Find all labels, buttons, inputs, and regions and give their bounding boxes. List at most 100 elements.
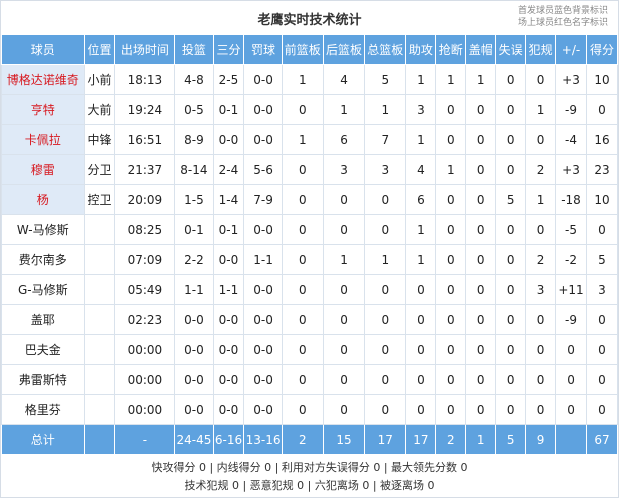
table-row: 亨特 大前 19:24 0-5 0-1 0-0 0 1 1 3 0 0 0 1 -9 0	[1, 94, 619, 125]
cell-three-pointers: 0-0	[212, 304, 245, 335]
cell-free-throws: 5-6	[243, 154, 283, 185]
cell-plus-minus: -9	[555, 94, 587, 125]
cell-plus-minus: 0	[555, 364, 587, 395]
cell-plus-minus: -18	[555, 184, 587, 215]
cell-plus-minus: +11	[555, 274, 587, 305]
cell-turnovers: 0	[495, 64, 527, 95]
table-header-row: 球员 位置 出场时间 投篮 三分 罚球 前篮板 后篮板 总篮板 助攻 抢断 盖帽 失误 犯规 +/- 得分	[1, 34, 619, 65]
cell-steals: 0	[435, 244, 467, 275]
cell-offensive-rebounds: 0	[281, 304, 324, 335]
cell-defensive-rebounds: 0	[322, 364, 366, 395]
cell-assists: 6	[405, 184, 437, 215]
cell-points: 0	[585, 304, 619, 335]
cell-turnovers: 0	[495, 364, 527, 395]
cell-assists: 1	[405, 64, 437, 95]
total-assists: 17	[405, 424, 437, 455]
table-row: 博格达诺维奇 小前 18:13 4-8 2-5 0-0 1 4 5 1 1 1 0 0 +3 10	[1, 64, 619, 95]
cell-blocks: 0	[465, 184, 497, 215]
column-header-offensive-rebounds: 前篮板	[281, 34, 324, 65]
table-row: 弗雷斯特 00:00 0-0 0-0 0-0 0 0 0 0 0 0 0 0 0 0	[1, 364, 619, 395]
cell-steals: 0	[435, 364, 467, 395]
cell-turnovers: 0	[495, 154, 527, 185]
cell-player: 亨特	[1, 94, 85, 125]
cell-offensive-rebounds: 0	[281, 334, 324, 365]
cell-position	[83, 394, 116, 425]
cell-three-pointers: 1-1	[212, 274, 245, 305]
total-points: 67	[585, 424, 619, 455]
cell-field-goals: 8-14	[174, 154, 214, 185]
cell-steals: 1	[435, 154, 467, 185]
cell-turnovers: 0	[495, 124, 527, 155]
totals-row: 总计 -24-45 6-16 13-16 2 15 17 17 2 1 5 9 67	[1, 424, 619, 455]
cell-position	[83, 214, 116, 245]
total-field-goals: 24-45	[174, 424, 214, 455]
cell-assists: 3	[405, 94, 437, 125]
cell-field-goals: 8-9	[174, 124, 214, 155]
cell-plus-minus: +3	[555, 64, 587, 95]
cell-defensive-rebounds: 0	[322, 304, 366, 335]
cell-steals: 1	[435, 64, 467, 95]
cell-offensive-rebounds: 0	[281, 394, 324, 425]
cell-field-goals: 2-2	[174, 244, 214, 275]
column-header-fouls: 犯规	[525, 34, 557, 65]
cell-defensive-rebounds: 1	[322, 94, 366, 125]
total-free-throws: 13-16	[243, 424, 283, 455]
total-defensive-rebounds: 15	[322, 424, 366, 455]
table-row: 格里芬 00:00 0-0 0-0 0-0 0 0 0 0 0 0 0 0 0 0	[1, 394, 619, 425]
cell-assists: 4	[405, 154, 437, 185]
cell-player: 弗雷斯特	[1, 364, 85, 395]
cell-fouls: 1	[525, 94, 557, 125]
cell-defensive-rebounds: 1	[322, 244, 366, 275]
cell-blocks: 1	[465, 64, 497, 95]
cell-assists: 0	[405, 364, 437, 395]
column-header-minutes: 出场时间	[114, 34, 176, 65]
cell-blocks: 0	[465, 334, 497, 365]
cell-blocks: 0	[465, 304, 497, 335]
cell-three-pointers: 1-4	[212, 184, 245, 215]
cell-field-goals: 0-1	[174, 214, 214, 245]
cell-three-pointers: 2-4	[212, 154, 245, 185]
cell-defensive-rebounds: 6	[322, 124, 366, 155]
cell-position: 控卫	[83, 184, 116, 215]
column-header-player: 球员	[1, 34, 85, 65]
table-row: 费尔南多 07:09 2-2 0-0 1-1 0 1 1 1 0 0 0 2 -2 5	[1, 244, 619, 275]
cell-three-pointers: 0-0	[212, 394, 245, 425]
cell-offensive-rebounds: 0	[281, 154, 324, 185]
cell-field-goals: 1-1	[174, 274, 214, 305]
table-row: 杨控卫 20:09 1-5 1-4 7-9 0 0 0 6 0 0 5 1 -18 10	[1, 184, 619, 215]
total-three-pointers: 6-16	[212, 424, 245, 455]
cell-points: 10	[585, 184, 619, 215]
cell-minutes: 05:49	[114, 274, 176, 305]
cell-three-pointers: 0-1	[212, 94, 245, 125]
column-header-total-rebounds: 总篮板	[364, 34, 407, 65]
total-steals: 2	[435, 424, 467, 455]
cell-player: 格里芬	[1, 394, 85, 425]
cell-points: 3	[585, 274, 619, 305]
cell-fouls: 0	[525, 364, 557, 395]
cell-free-throws: 0-0	[243, 334, 283, 365]
cell-fouls: 0	[525, 394, 557, 425]
cell-total-rebounds: 0	[364, 334, 407, 365]
cell-offensive-rebounds: 0	[281, 244, 324, 275]
cell-field-goals: 0-5	[174, 94, 214, 125]
cell-free-throws: 0-0	[243, 364, 283, 395]
cell-total-rebounds: 3	[364, 154, 407, 185]
cell-free-throws: 0-0	[243, 94, 283, 125]
cell-fouls: 2	[525, 154, 557, 185]
cell-blocks: 0	[465, 274, 497, 305]
cell-total-rebounds: 0	[364, 214, 407, 245]
column-header-steals: 抢断	[435, 34, 467, 65]
cell-position: 分卫	[83, 154, 116, 185]
cell-free-throws: 0-0	[243, 274, 283, 305]
column-header-plus-minus: +/-	[555, 34, 587, 65]
cell-assists: 0	[405, 274, 437, 305]
cell-free-throws: 7-9	[243, 184, 283, 215]
cell-position: 中锋	[83, 124, 116, 155]
column-header-free-throws: 罚球	[243, 34, 283, 65]
cell-minutes: 00:00	[114, 394, 176, 425]
table-row: 穆雷 分卫 21:37 8-14 2-4 5-6 0 3 3 4 1 0 0 2 +3 23	[1, 154, 619, 185]
cell-position	[83, 244, 116, 275]
legend-oncourt-note: 场上球员红色名字标识	[517, 18, 608, 28]
total-plus-minus	[555, 424, 587, 455]
cell-minutes: 02:23	[114, 304, 176, 335]
